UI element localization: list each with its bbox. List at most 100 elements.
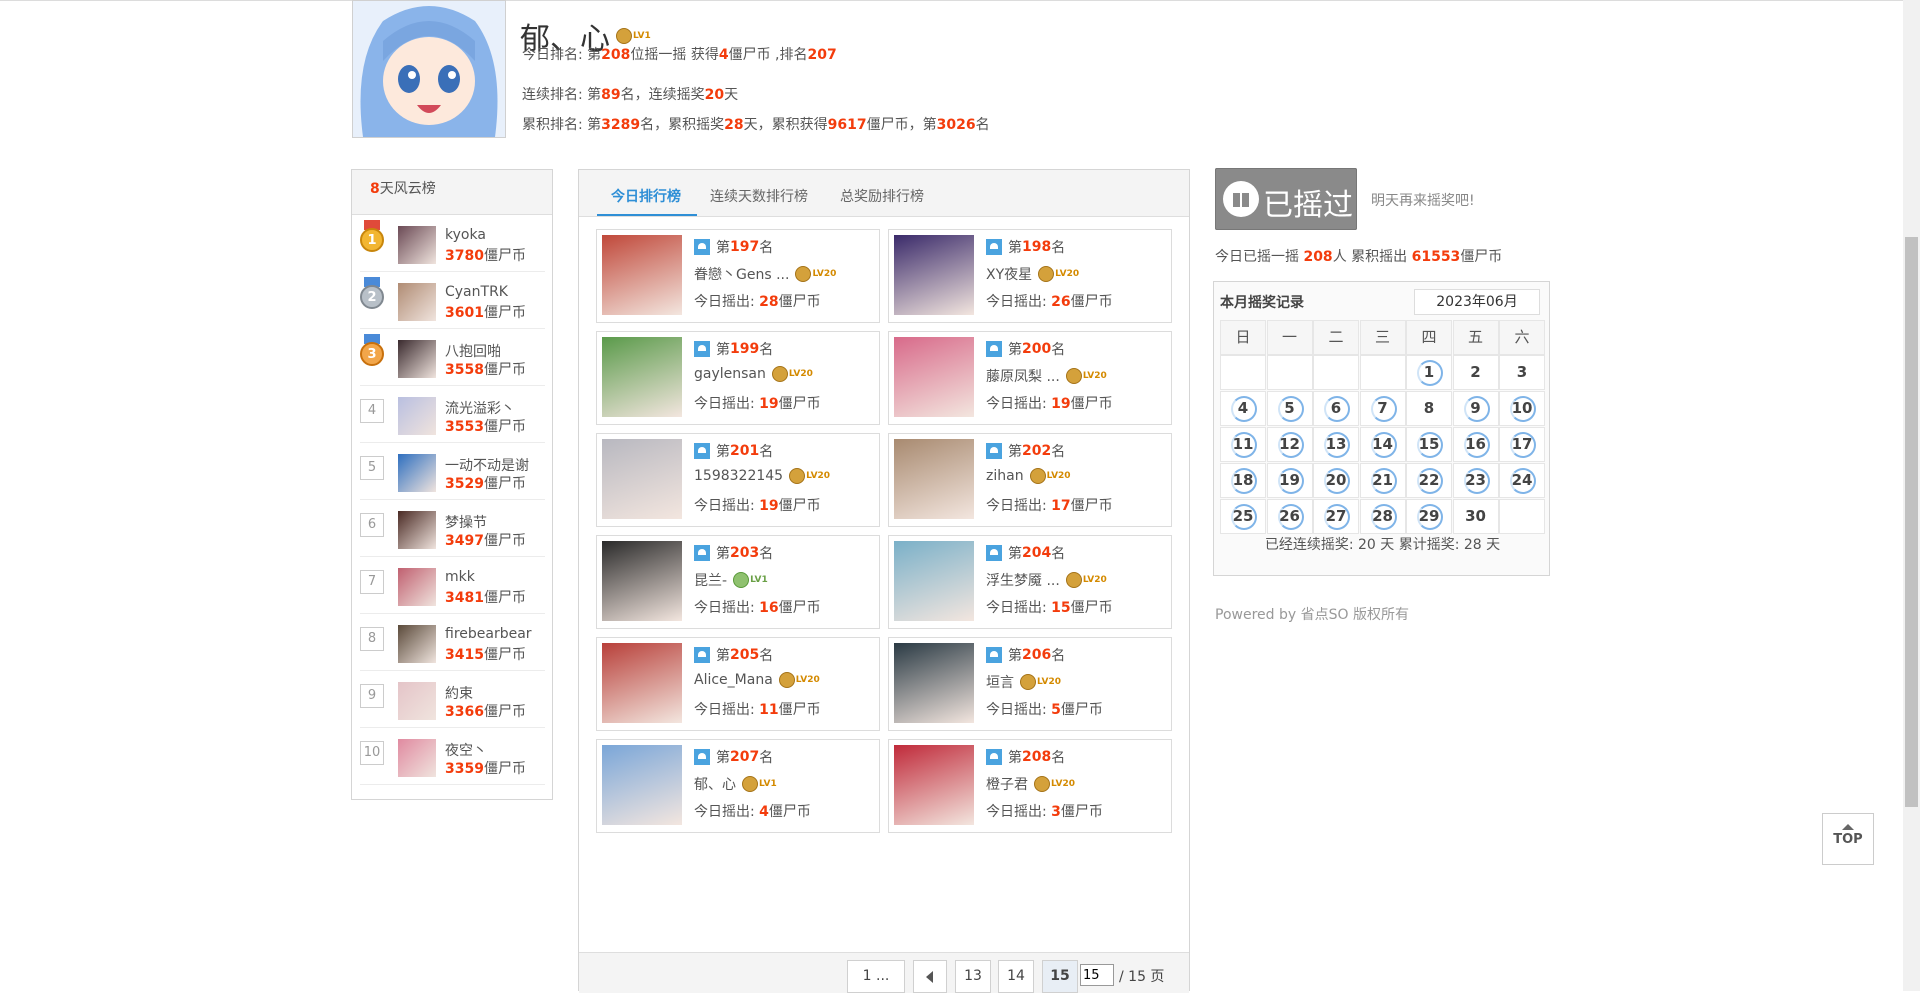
avatar[interactable] bbox=[398, 397, 436, 435]
calendar-day: 10 bbox=[1499, 391, 1545, 426]
calendar-month[interactable]: 2023年06月 bbox=[1414, 289, 1540, 315]
card-username[interactable]: 垣言 LV20 bbox=[986, 672, 1061, 692]
leaderboard-item[interactable]: 5 一动不动是谢 3529僵尸币 bbox=[360, 442, 545, 500]
back-to-top-button[interactable]: TOP bbox=[1822, 813, 1874, 865]
leaderboard-coins: 3359僵尸币 bbox=[445, 761, 526, 777]
avatar[interactable] bbox=[602, 745, 682, 825]
card-username[interactable]: 浮生梦魇 ... LV20 bbox=[986, 570, 1107, 590]
card-today-coins: 今日摇出: 15僵尸币 bbox=[986, 600, 1113, 616]
eight-day-leaderboard: 8天风云榜 1 kyoka 3780僵尸币 2 CyanTRK 3601僵尸币 3 八抱回啪 3… bbox=[351, 169, 553, 800]
page-prev-button[interactable] bbox=[913, 960, 947, 993]
leaderboard-username[interactable]: CyanTRK bbox=[445, 284, 508, 300]
calendar-day: 29 bbox=[1406, 499, 1452, 534]
rank-number: 10 bbox=[360, 741, 384, 765]
card-rank: 第 205 名 bbox=[694, 645, 773, 665]
come-back-tomorrow-text: 明天再来摇奖吧! bbox=[1371, 193, 1475, 209]
avatar[interactable] bbox=[602, 439, 682, 519]
medal-icon bbox=[1065, 368, 1082, 384]
calendar-empty-cell bbox=[1499, 499, 1545, 534]
leaderboard-item[interactable]: 8 firebearbear 3415僵尸币 bbox=[360, 613, 545, 671]
user-avatar-large[interactable] bbox=[352, 0, 506, 138]
leaderboard-item[interactable]: 1 kyoka 3780僵尸币 bbox=[360, 214, 545, 272]
leaderboard-username[interactable]: 八抱回啪 bbox=[445, 341, 501, 361]
calendar-day: 27 bbox=[1313, 499, 1359, 534]
level-badge: LV20 bbox=[1020, 674, 1061, 690]
level-badge: LV20 bbox=[1065, 572, 1107, 588]
avatar[interactable] bbox=[398, 226, 436, 264]
card-today-coins: 今日摇出: 28僵尸币 bbox=[694, 294, 821, 310]
card-username[interactable]: 橙子君 LV20 bbox=[986, 774, 1075, 794]
scrollbar-thumb[interactable] bbox=[1905, 237, 1918, 807]
calendar-day: 15 bbox=[1406, 427, 1452, 462]
card-username[interactable]: 1598322145 LV20 bbox=[694, 468, 830, 484]
page-15-current[interactable]: 15 bbox=[1042, 960, 1078, 993]
leaderboard-item[interactable]: 2 CyanTRK 3601僵尸币 bbox=[360, 271, 545, 329]
page-jump-input[interactable] bbox=[1080, 964, 1114, 986]
leaderboard-item[interactable]: 10 夜空丶 3359僵尸币 bbox=[360, 727, 545, 785]
tab-continuous-days-ranking[interactable]: 连续天数排行榜 bbox=[710, 186, 808, 206]
level-badge: LV20 bbox=[1038, 266, 1079, 282]
arrow-up-icon bbox=[1842, 824, 1854, 830]
page-14-button[interactable]: 14 bbox=[998, 960, 1034, 993]
card-username[interactable]: 眷戀丶Gens ... LV20 bbox=[694, 264, 836, 284]
weekday-header: 六 bbox=[1499, 320, 1545, 355]
leaderboard-coins: 3558僵尸币 bbox=[445, 362, 526, 378]
leaderboard-username[interactable]: firebearbear bbox=[445, 626, 532, 642]
avatar[interactable] bbox=[894, 745, 974, 825]
calendar-day: 20 bbox=[1313, 463, 1359, 498]
tab-total-reward-ranking[interactable]: 总奖励排行榜 bbox=[840, 186, 924, 206]
card-username[interactable]: XY夜星 LV20 bbox=[986, 264, 1079, 284]
avatar[interactable] bbox=[398, 682, 436, 720]
calendar-empty-cell bbox=[1359, 355, 1406, 390]
page-total: / 15 页 bbox=[1119, 969, 1165, 985]
leaderboard-coins: 3497僵尸币 bbox=[445, 533, 526, 549]
leaderboard-username[interactable]: mkk bbox=[445, 569, 475, 585]
card-username[interactable]: gaylensan LV20 bbox=[694, 366, 813, 382]
card-username[interactable]: 昆兰- LV1 bbox=[694, 570, 768, 590]
page-scrollbar[interactable] bbox=[1903, 0, 1920, 991]
calendar-day: 16 bbox=[1452, 427, 1499, 462]
leaderboard-username[interactable]: 流光溢彩丶 bbox=[445, 398, 515, 418]
leaderboard-username[interactable]: 夜空丶 bbox=[445, 740, 487, 760]
avatar[interactable] bbox=[398, 340, 436, 378]
avatar[interactable] bbox=[398, 454, 436, 492]
level-badge: LV20 bbox=[1029, 468, 1071, 484]
leaderboard-coins: 3415僵尸币 bbox=[445, 647, 526, 663]
leaderboard-username[interactable]: kyoka bbox=[445, 227, 486, 243]
ranking-card: 第 205 名 Alice_Mana LV20 今日摇出: 11僵尸币 bbox=[596, 637, 880, 731]
avatar[interactable] bbox=[398, 283, 436, 321]
card-username[interactable]: zihan LV20 bbox=[986, 468, 1071, 484]
leaderboard-username[interactable]: 梦操节 bbox=[445, 512, 487, 532]
leaderboard-username[interactable]: 約束 bbox=[445, 683, 473, 703]
leaderboard-item[interactable]: 9 約束 3366僵尸币 bbox=[360, 670, 545, 728]
avatar[interactable] bbox=[894, 439, 974, 519]
avatar[interactable] bbox=[602, 235, 682, 315]
avatar[interactable] bbox=[602, 643, 682, 723]
leaderboard-username[interactable]: 一动不动是谢 bbox=[445, 455, 529, 475]
card-today-coins: 今日摇出: 3僵尸币 bbox=[986, 804, 1103, 820]
already-shaken-button[interactable]: 已摇过 bbox=[1215, 168, 1357, 230]
card-username[interactable]: Alice_Mana LV20 bbox=[694, 672, 820, 688]
avatar[interactable] bbox=[398, 568, 436, 606]
leaderboard-item[interactable]: 3 八抱回啪 3558僵尸币 bbox=[360, 328, 545, 386]
leaderboard-item[interactable]: 7 mkk 3481僵尸币 bbox=[360, 556, 545, 614]
level-badge: LV1 bbox=[616, 28, 651, 44]
leaderboard-item[interactable]: 4 流光溢彩丶 3553僵尸币 bbox=[360, 385, 545, 443]
card-username[interactable]: 郁、心 LV1 bbox=[694, 774, 777, 794]
page-first-button[interactable]: 1 ... bbox=[847, 960, 905, 993]
avatar[interactable] bbox=[398, 739, 436, 777]
avatar[interactable] bbox=[894, 235, 974, 315]
card-rank: 第 200 名 bbox=[986, 339, 1065, 359]
avatar[interactable] bbox=[398, 511, 436, 549]
tab-today-ranking[interactable]: 今日排行榜 bbox=[611, 186, 681, 206]
avatar[interactable] bbox=[894, 541, 974, 621]
avatar[interactable] bbox=[602, 541, 682, 621]
rank-number: 6 bbox=[360, 513, 384, 537]
avatar[interactable] bbox=[894, 337, 974, 417]
avatar[interactable] bbox=[602, 337, 682, 417]
leaderboard-item[interactable]: 6 梦操节 3497僵尸币 bbox=[360, 499, 545, 557]
avatar[interactable] bbox=[398, 625, 436, 663]
card-username[interactable]: 藤原凤梨 ... LV20 bbox=[986, 366, 1107, 386]
page-13-button[interactable]: 13 bbox=[955, 960, 991, 993]
avatar[interactable] bbox=[894, 643, 974, 723]
